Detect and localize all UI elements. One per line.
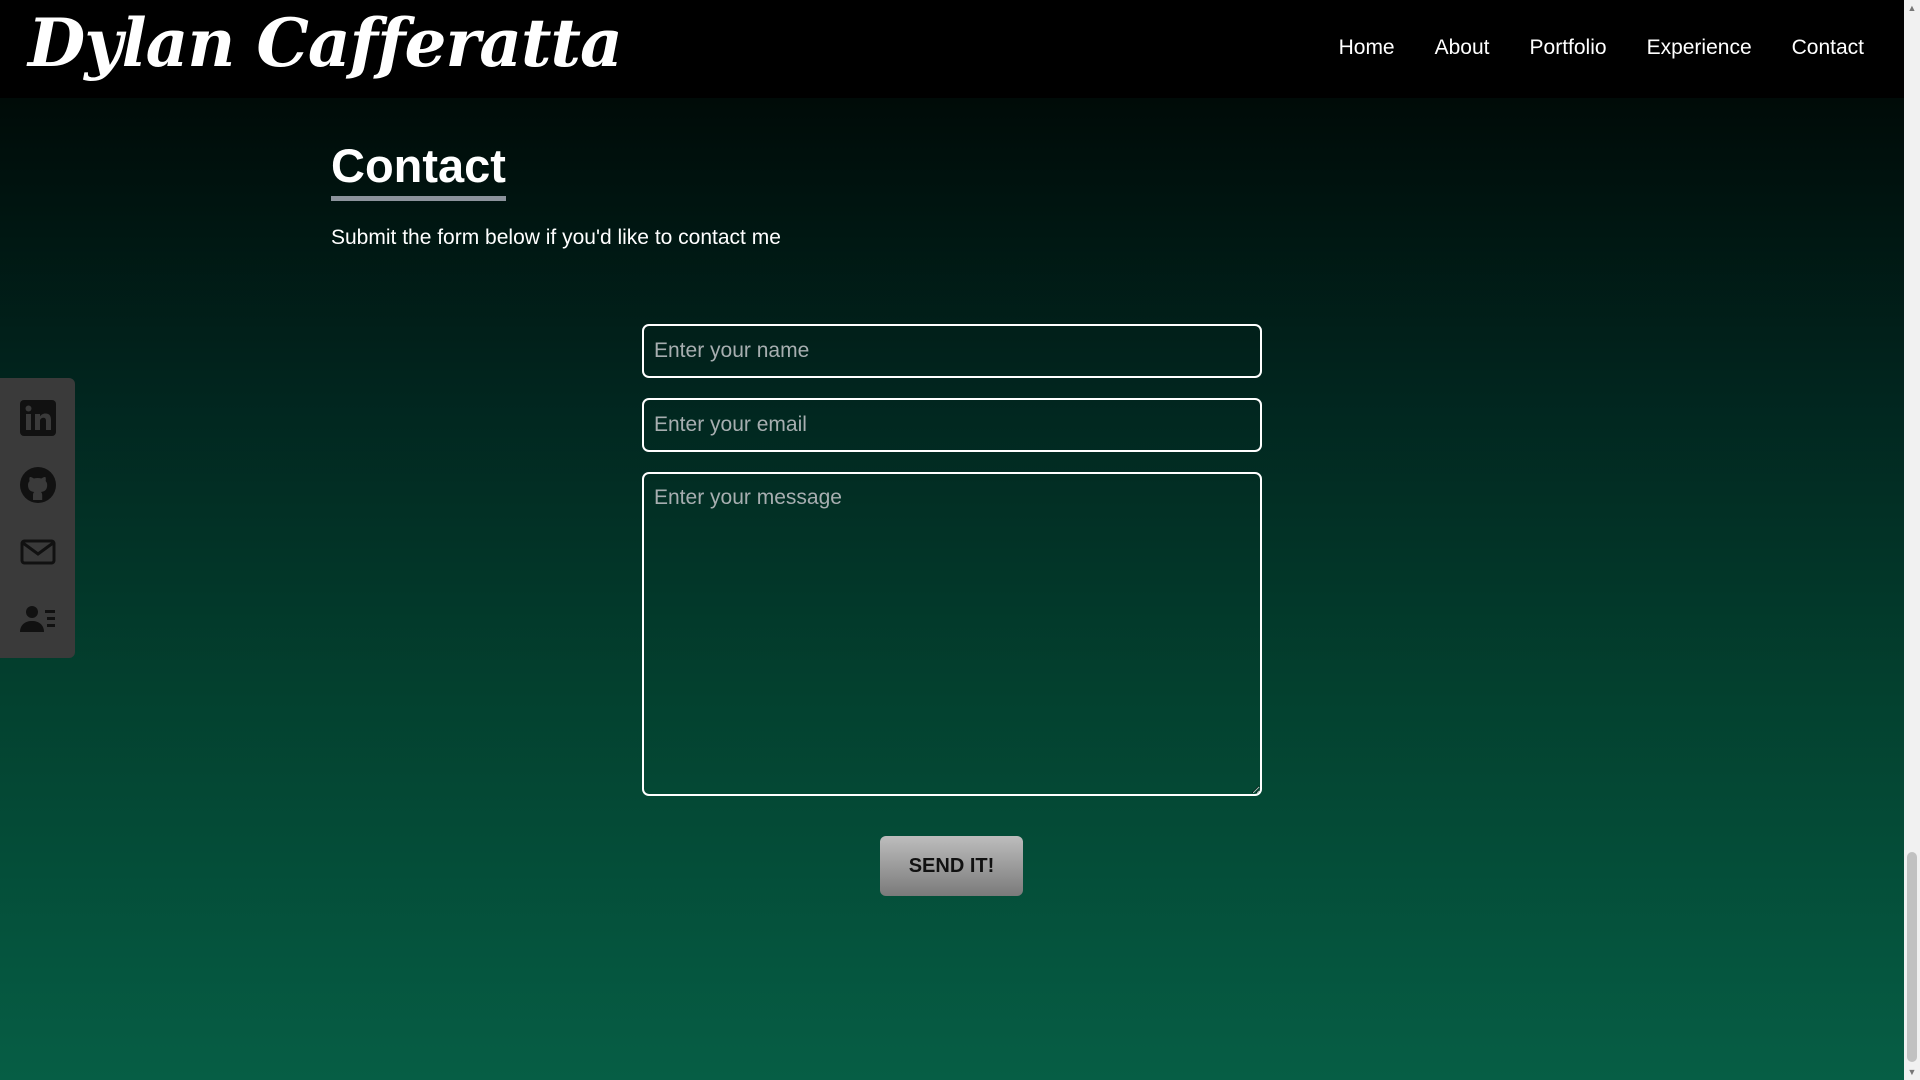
page-scrollbar[interactable]: ▲ ▼ bbox=[1904, 0, 1920, 1080]
mail-icon[interactable] bbox=[18, 532, 58, 572]
social-sidebar bbox=[0, 378, 75, 658]
send-button[interactable]: SEND IT! bbox=[880, 836, 1023, 896]
nav-portfolio[interactable]: Portfolio bbox=[1530, 36, 1607, 60]
nav-contact[interactable]: Contact bbox=[1792, 36, 1864, 60]
contact-card-icon[interactable] bbox=[18, 599, 58, 639]
message-textarea[interactable] bbox=[642, 472, 1262, 796]
github-icon[interactable] bbox=[18, 465, 58, 505]
scroll-up-arrow-icon[interactable]: ▲ bbox=[1904, 0, 1920, 16]
nav-about[interactable]: About bbox=[1435, 36, 1490, 60]
scroll-down-arrow-icon[interactable]: ▼ bbox=[1904, 1064, 1920, 1080]
scroll-thumb[interactable] bbox=[1907, 852, 1917, 1062]
site-logo[interactable]: Dylan Cafferatta bbox=[28, 4, 623, 82]
email-input[interactable] bbox=[642, 398, 1262, 452]
name-input[interactable] bbox=[642, 324, 1262, 378]
nav-experience[interactable]: Experience bbox=[1647, 36, 1752, 60]
top-navbar: Dylan Cafferatta Home About Portfolio Ex… bbox=[0, 0, 1904, 98]
nav-links: Home About Portfolio Experience Contact bbox=[1339, 36, 1864, 60]
linkedin-icon[interactable] bbox=[18, 398, 58, 438]
contact-title: Contact bbox=[331, 138, 506, 201]
contact-intro: Submit the form below if you'd like to c… bbox=[331, 226, 781, 249]
nav-home[interactable]: Home bbox=[1339, 36, 1395, 60]
